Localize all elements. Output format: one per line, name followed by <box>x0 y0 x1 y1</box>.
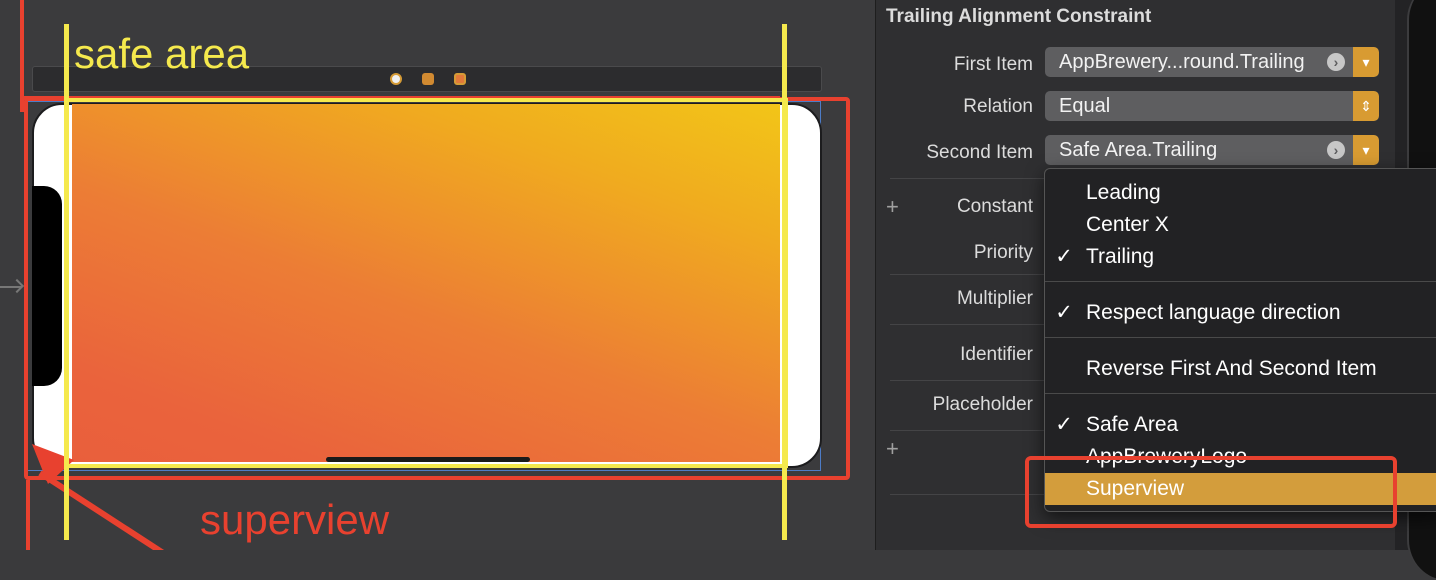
safe-area-annotation-box <box>64 98 788 468</box>
menu-item-trailing[interactable]: ✓ Trailing <box>1045 241 1436 273</box>
first-item-popup[interactable]: AppBrewery...round.Trailing › ▾ <box>1045 47 1379 77</box>
chevron-down-icon[interactable]: ▾ <box>1353 47 1379 77</box>
checkmark-icon: ✓ <box>1055 413 1073 436</box>
relation-value: Equal <box>1059 95 1111 117</box>
menu-item-leading[interactable]: Leading <box>1045 177 1436 209</box>
first-item-value: AppBrewery...round.Trailing <box>1059 51 1305 73</box>
menu-item-respect-language-direction[interactable]: ✓ Respect language direction <box>1045 297 1436 329</box>
first-item-label: First Item <box>953 54 1033 75</box>
first-responder-icon[interactable] <box>422 73 434 85</box>
inspector-title: Trailing Alignment Constraint <box>886 6 1152 27</box>
safe-area-label: safe area <box>74 30 250 77</box>
menu-separator <box>1045 337 1436 338</box>
placeholder-label: Placeholder <box>932 394 1033 415</box>
storyboard-canvas[interactable]: safe area superview <box>0 0 875 550</box>
menu-separator <box>1045 393 1436 394</box>
exit-icon[interactable] <box>454 73 466 85</box>
entry-point-arrow-icon <box>0 286 22 288</box>
menu-separator <box>1045 281 1436 282</box>
checkmark-icon: ✓ <box>1055 301 1073 324</box>
up-down-chevron-icon[interactable]: ⇕ <box>1353 91 1379 121</box>
multiplier-label: Multiplier <box>956 288 1033 309</box>
second-item-value: Safe Area.Trailing <box>1059 139 1218 161</box>
second-item-label: Second Item <box>926 142 1033 163</box>
view-controller-icon[interactable] <box>390 73 402 85</box>
identifier-label: Identifier <box>960 344 1033 365</box>
second-item-popup[interactable]: Safe Area.Trailing › ▾ <box>1045 135 1379 165</box>
relation-popup[interactable]: Equal ⇕ <box>1045 91 1379 121</box>
menu-item-center-x[interactable]: Center X <box>1045 209 1436 241</box>
safe-area-annotation-line <box>64 24 69 540</box>
go-to-arrow-icon[interactable]: › <box>1327 53 1345 71</box>
add-variation-icon[interactable]: + <box>886 436 899 462</box>
superview-menu-annotation <box>1025 456 1397 528</box>
relation-label: Relation <box>963 96 1033 117</box>
go-to-arrow-icon[interactable]: › <box>1327 141 1345 159</box>
safe-area-annotation-line <box>782 24 787 540</box>
menu-item-reverse-items[interactable]: Reverse First And Second Item <box>1045 353 1436 385</box>
add-variation-icon[interactable]: + <box>886 194 899 220</box>
menu-item-safe-area[interactable]: ✓ Safe Area <box>1045 409 1436 441</box>
superview-label: superview <box>200 496 390 543</box>
constant-label: Constant <box>956 196 1033 217</box>
chevron-down-icon[interactable]: ▾ <box>1353 135 1379 165</box>
checkmark-icon: ✓ <box>1055 245 1073 268</box>
priority-label: Priority <box>973 242 1033 263</box>
